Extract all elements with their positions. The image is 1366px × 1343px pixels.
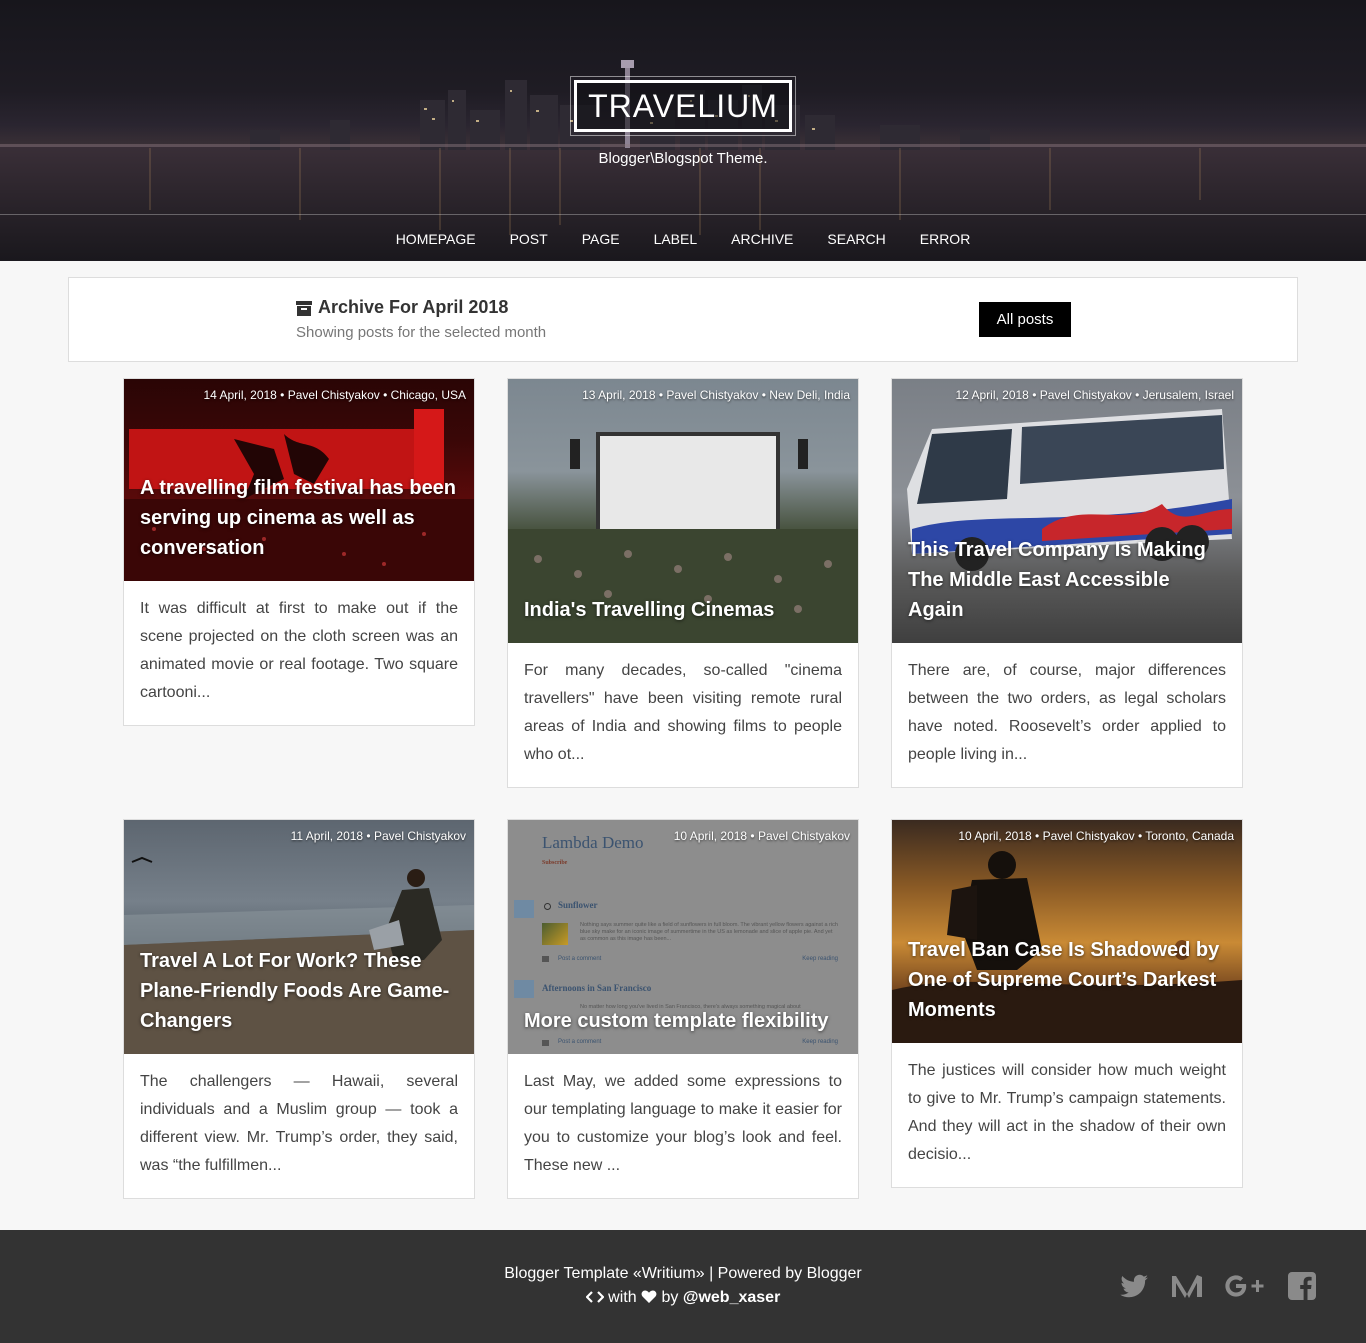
site-logo[interactable]: TRAVELIUM: [570, 76, 796, 136]
nav-label[interactable]: LABEL: [654, 229, 698, 247]
screenshot-post-comment: Post a comment: [558, 1039, 602, 1045]
archive-title: Archive For April 2018: [318, 297, 509, 317]
comment-icon: [542, 1040, 549, 1046]
site-tagline: Blogger\Blogspot Theme.: [598, 150, 768, 167]
site-footer: Blogger Template «Writium» | Powered by …: [0, 1230, 1366, 1343]
screenshot-keep-reading: Keep reading: [802, 956, 838, 962]
post-meta: 12 April, 2018 • Pavel Chistyakov • Jeru…: [955, 388, 1234, 402]
all-posts-button[interactable]: All posts: [979, 302, 1071, 337]
footer-with-text: with: [608, 1289, 637, 1306]
main-nav: HOMEPAGE POST PAGE LABEL ARCHIVE SEARCH …: [0, 215, 1366, 261]
post-title[interactable]: India's Travelling Cinemas: [524, 595, 844, 625]
medium-icon[interactable]: [1170, 1270, 1202, 1302]
post-image[interactable]: 13 April, 2018 • Pavel Chistyakov • New …: [508, 379, 858, 643]
post-card[interactable]: 10 April, 2018 • Pavel Chistyakov • Toro…: [891, 819, 1243, 1188]
screenshot-post-comment: Post a comment: [558, 956, 602, 962]
facebook-icon[interactable]: [1286, 1270, 1318, 1302]
post-excerpt: The challengers — Hawaii, several indivi…: [140, 1073, 458, 1174]
post-image[interactable]: 10 April, 2018 • Pavel Chistyakov • Toro…: [892, 820, 1242, 1043]
post-image[interactable]: 11 April, 2018 • Pavel Chistyakov Travel…: [124, 820, 474, 1054]
post-excerpt: For many decades, so-called "cinema trav…: [524, 662, 842, 763]
screenshot-subscribe: Subscribe: [542, 860, 568, 866]
archive-subtitle: Showing posts for the selected month: [296, 324, 547, 341]
nav-search[interactable]: SEARCH: [827, 229, 885, 247]
code-icon: [585, 1289, 608, 1306]
google-plus-icon[interactable]: [1222, 1270, 1266, 1302]
post-card[interactable]: 14 April, 2018 • Pavel Chistyakov • Chic…: [123, 378, 475, 726]
post-excerpt: There are, of course, major differences …: [908, 662, 1226, 763]
screenshot-entry-title: Afternoons in San Francisco: [542, 983, 652, 993]
date-badge-icon: [514, 980, 534, 998]
post-excerpt: It was difficult at first to make out if…: [140, 600, 458, 701]
post-card[interactable]: 13 April, 2018 • Pavel Chistyakov • New …: [507, 378, 859, 788]
footer-by-text: by: [661, 1289, 679, 1306]
screenshot-heading: Lambda Demo: [542, 833, 644, 852]
comment-icon: [542, 956, 549, 962]
post-meta: 11 April, 2018 • Pavel Chistyakov: [290, 829, 466, 843]
location-icon: [544, 903, 551, 910]
post-image[interactable]: 12 April, 2018 • Pavel Chistyakov • Jeru…: [892, 379, 1242, 643]
post-title[interactable]: More custom template flexibility: [524, 1006, 844, 1036]
post-card[interactable]: Lambda Demo Subscribe Sunflower Nothing …: [507, 819, 859, 1199]
archive-heading: Archive For April 2018: [296, 297, 508, 318]
post-image[interactable]: 14 April, 2018 • Pavel Chistyakov • Chic…: [124, 379, 474, 581]
nav-archive[interactable]: ARCHIVE: [731, 229, 793, 247]
screenshot-entry-title: Sunflower: [558, 900, 598, 910]
nav-post[interactable]: POST: [510, 229, 548, 247]
post-meta: 10 April, 2018 • Pavel Chistyakov • Toro…: [958, 829, 1234, 843]
footer-author-link[interactable]: @web_xaser: [683, 1289, 780, 1306]
post-excerpt: Last May, we added some expressions to o…: [524, 1073, 842, 1174]
post-title[interactable]: Travel A Lot For Work? These Plane-Frien…: [140, 946, 460, 1036]
screenshot-entry-text: Nothing says summer quite like a field o…: [580, 922, 838, 942]
site-header: TRAVELIUM Blogger\Blogspot Theme. HOMEPA…: [0, 0, 1366, 261]
nav-error[interactable]: ERROR: [920, 229, 971, 247]
post-card[interactable]: 11 April, 2018 • Pavel Chistyakov Travel…: [123, 819, 475, 1199]
post-excerpt: The justices will consider how much weig…: [908, 1062, 1226, 1163]
post-title[interactable]: Travel Ban Case Is Shadowed by One of Su…: [908, 935, 1228, 1025]
sunflower-thumbnail: [542, 923, 568, 945]
archive-bar: Archive For April 2018 Showing posts for…: [68, 277, 1298, 362]
post-meta: 14 April, 2018 • Pavel Chistyakov • Chic…: [203, 388, 466, 402]
post-card[interactable]: 12 April, 2018 • Pavel Chistyakov • Jeru…: [891, 378, 1243, 788]
social-links: [1118, 1270, 1318, 1302]
archive-box-icon: [296, 300, 312, 316]
date-badge-icon: [514, 900, 534, 918]
post-meta: 10 April, 2018 • Pavel Chistyakov: [673, 829, 850, 843]
nav-homepage[interactable]: HOMEPAGE: [396, 229, 476, 247]
post-title[interactable]: This Travel Company Is Making The Middle…: [908, 535, 1228, 625]
post-title[interactable]: A travelling film festival has been serv…: [140, 473, 460, 563]
nav-page[interactable]: PAGE: [582, 229, 620, 247]
screenshot-keep-reading: Keep reading: [802, 1039, 838, 1045]
heart-icon: [641, 1289, 661, 1306]
twitter-icon[interactable]: [1118, 1270, 1150, 1302]
post-meta: 13 April, 2018 • Pavel Chistyakov • New …: [582, 388, 850, 402]
post-image[interactable]: Lambda Demo Subscribe Sunflower Nothing …: [508, 820, 858, 1054]
